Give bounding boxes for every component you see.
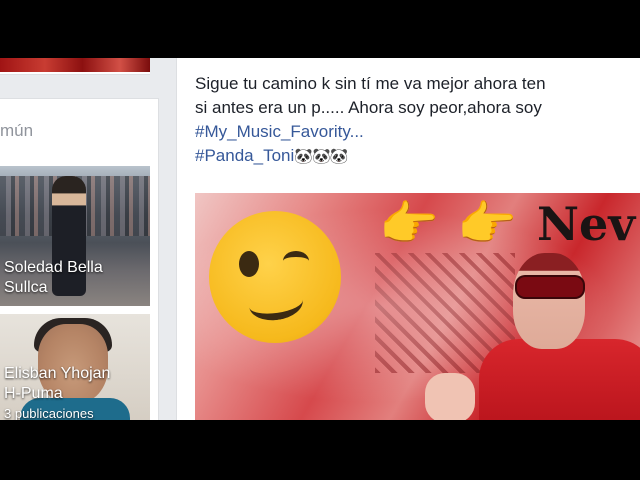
- person-name-line2[interactable]: H-Puma: [4, 384, 110, 404]
- facebook-viewport: mún Soledad Bella Sullca Elisban Yhojan …: [0, 58, 640, 420]
- post-card: Sigue tu camino k sin tí me va mejor aho…: [176, 58, 640, 420]
- panda-emoji: 🐼🐼🐼: [294, 148, 348, 165]
- person-name[interactable]: Soledad Bella Sullca: [4, 258, 103, 298]
- person-name[interactable]: Elisban Yhojan H-Puma: [4, 364, 110, 404]
- post-text-line1: Sigue tu camino k sin tí me va mejor aho…: [195, 74, 546, 93]
- banner-card: [0, 58, 150, 75]
- person-tile-soledad[interactable]: Soledad Bella Sullca: [0, 166, 150, 306]
- post-text: Sigue tu camino k sin tí me va mejor aho…: [195, 72, 640, 168]
- post-text-line2: si antes era un p..... Ahora soy peor,ah…: [195, 98, 542, 117]
- red-jacket: [479, 339, 640, 420]
- person-tile-elisban[interactable]: Elisban Yhojan H-Puma 3 publicaciones: [0, 314, 150, 420]
- person-head: [513, 253, 585, 349]
- banner-image[interactable]: [0, 58, 150, 72]
- emoji-mouth: [246, 283, 306, 324]
- left-column: mún Soledad Bella Sullca Elisban Yhojan …: [0, 58, 159, 420]
- emoji-wink-eye: [283, 251, 309, 271]
- person-name-line2[interactable]: Sullca: [4, 278, 103, 298]
- post-count: 3 publicaciones: [4, 406, 94, 420]
- pointing-hand-icon: 👉: [379, 198, 439, 251]
- hashtag-link-panda-toni[interactable]: #Panda_Toni: [195, 146, 294, 165]
- emoji-eye: [239, 251, 259, 277]
- sunglasses: [517, 277, 583, 297]
- person-in-photo: [425, 253, 640, 420]
- person-name-line1[interactable]: Elisban Yhojan: [4, 364, 110, 384]
- pointing-hand-icon: 👉: [457, 198, 517, 251]
- post-image[interactable]: 👉 👉 Nev: [195, 193, 640, 420]
- person-name-line1[interactable]: Soledad Bella: [4, 258, 103, 278]
- image-overlay-text: Nev: [537, 197, 636, 251]
- wink-emoji-icon: [209, 211, 341, 343]
- people-heading: mún: [0, 121, 34, 140]
- hashtag-link-my-music[interactable]: #My_Music_Favority...: [195, 122, 364, 141]
- hand-sign: [425, 373, 475, 420]
